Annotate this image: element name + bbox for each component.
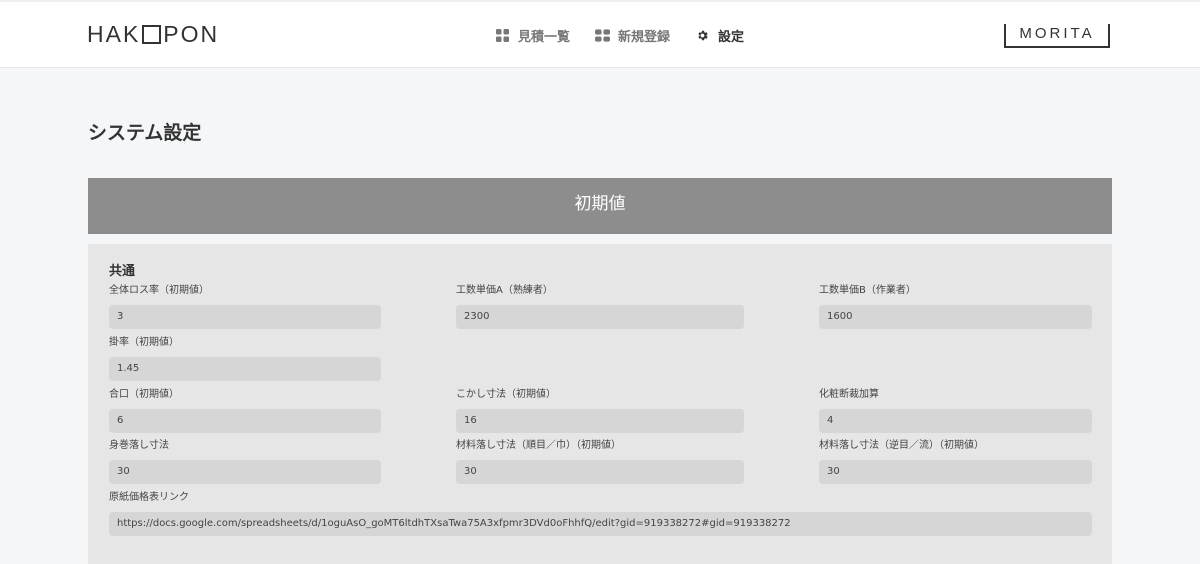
material-forward-input[interactable]: 30 xyxy=(456,460,744,484)
morita-brand-logo: MORITA xyxy=(1004,24,1110,48)
logo-square-icon xyxy=(142,24,162,44)
field-label: こかし寸法（初期値） xyxy=(456,389,556,400)
nav-item-new[interactable]: 新規登録 xyxy=(595,26,670,45)
field-label: 工数単価A（熟練者） xyxy=(456,285,553,296)
nav-label-settings: 設定 xyxy=(718,30,745,45)
labor-b-input[interactable]: 1600 xyxy=(819,305,1092,329)
nav-label-new: 新規登録 xyxy=(618,30,671,45)
blocks-icon xyxy=(595,28,611,43)
grid-icon xyxy=(495,28,510,43)
field-label: 化粧断裁加算 xyxy=(819,389,879,400)
group-title-common: 共通 xyxy=(109,264,136,279)
hakopon-logo[interactable]: HAK PON xyxy=(87,22,219,46)
loss-rate-input[interactable]: 3 xyxy=(109,305,381,329)
kokashi-input[interactable]: 16 xyxy=(456,409,744,433)
logo-text-left: HAK xyxy=(87,21,141,47)
settings-panel: 共通 全体ロス率（初期値） 3 工数単価A（熟練者） 2300 工数単価B（作業… xyxy=(88,244,1112,564)
field-label: 原紙価格表リンク xyxy=(109,492,189,503)
price-link-input[interactable]: https://docs.google.com/spreadsheets/d/1… xyxy=(109,512,1092,536)
page-title: システム設定 xyxy=(88,122,202,144)
keshou-input[interactable]: 4 xyxy=(819,409,1092,433)
main-nav: 見積一覧 新規登録 設定 xyxy=(495,26,744,45)
field-markup: 掛率（初期値） 1.45 xyxy=(109,337,381,381)
labor-a-input[interactable]: 2300 xyxy=(456,305,744,329)
section-header-defaults: 初期値 xyxy=(88,178,1112,234)
field-label: 材料落し寸法（順目／巾）（初期値） xyxy=(456,440,621,451)
field-label: 身巻落し寸法 xyxy=(109,440,169,451)
field-label: 掛率（初期値） xyxy=(109,337,179,348)
material-reverse-input[interactable]: 30 xyxy=(819,460,1092,484)
nav-item-estimates[interactable]: 見積一覧 xyxy=(495,26,570,45)
nav-item-settings[interactable]: 設定 xyxy=(695,26,744,45)
field-label: 合口（初期値） xyxy=(109,389,179,400)
field-mimaki: 身巻落し寸法 30 xyxy=(109,440,381,484)
app-header: HAK PON 見積一覧 新規登録 設定 MORITA xyxy=(0,0,1200,68)
field-aikuchi: 合口（初期値） 6 xyxy=(109,389,381,433)
field-label: 材料落し寸法（逆目／流）（初期値） xyxy=(819,440,984,451)
field-labor-b: 工数単価B（作業者） 1600 xyxy=(819,285,1092,329)
gear-icon xyxy=(695,28,710,43)
field-price-link: 原紙価格表リンク https://docs.google.com/spreads… xyxy=(109,492,1092,536)
field-material-reverse: 材料落し寸法（逆目／流）（初期値） 30 xyxy=(819,440,1092,484)
markup-input[interactable]: 1.45 xyxy=(109,357,381,381)
field-loss-rate: 全体ロス率（初期値） 3 xyxy=(109,285,381,329)
field-keshou: 化粧断裁加算 4 xyxy=(819,389,1092,433)
logo-text-right: PON xyxy=(163,21,220,47)
field-material-forward: 材料落し寸法（順目／巾）（初期値） 30 xyxy=(456,440,744,484)
mimaki-input[interactable]: 30 xyxy=(109,460,381,484)
nav-label-estimates: 見積一覧 xyxy=(518,30,571,45)
field-kokashi: こかし寸法（初期値） 16 xyxy=(456,389,744,433)
field-label: 工数単価B（作業者） xyxy=(819,285,916,296)
field-labor-a: 工数単価A（熟練者） 2300 xyxy=(456,285,744,329)
aikuchi-input[interactable]: 6 xyxy=(109,409,381,433)
field-label: 全体ロス率（初期値） xyxy=(109,285,209,296)
